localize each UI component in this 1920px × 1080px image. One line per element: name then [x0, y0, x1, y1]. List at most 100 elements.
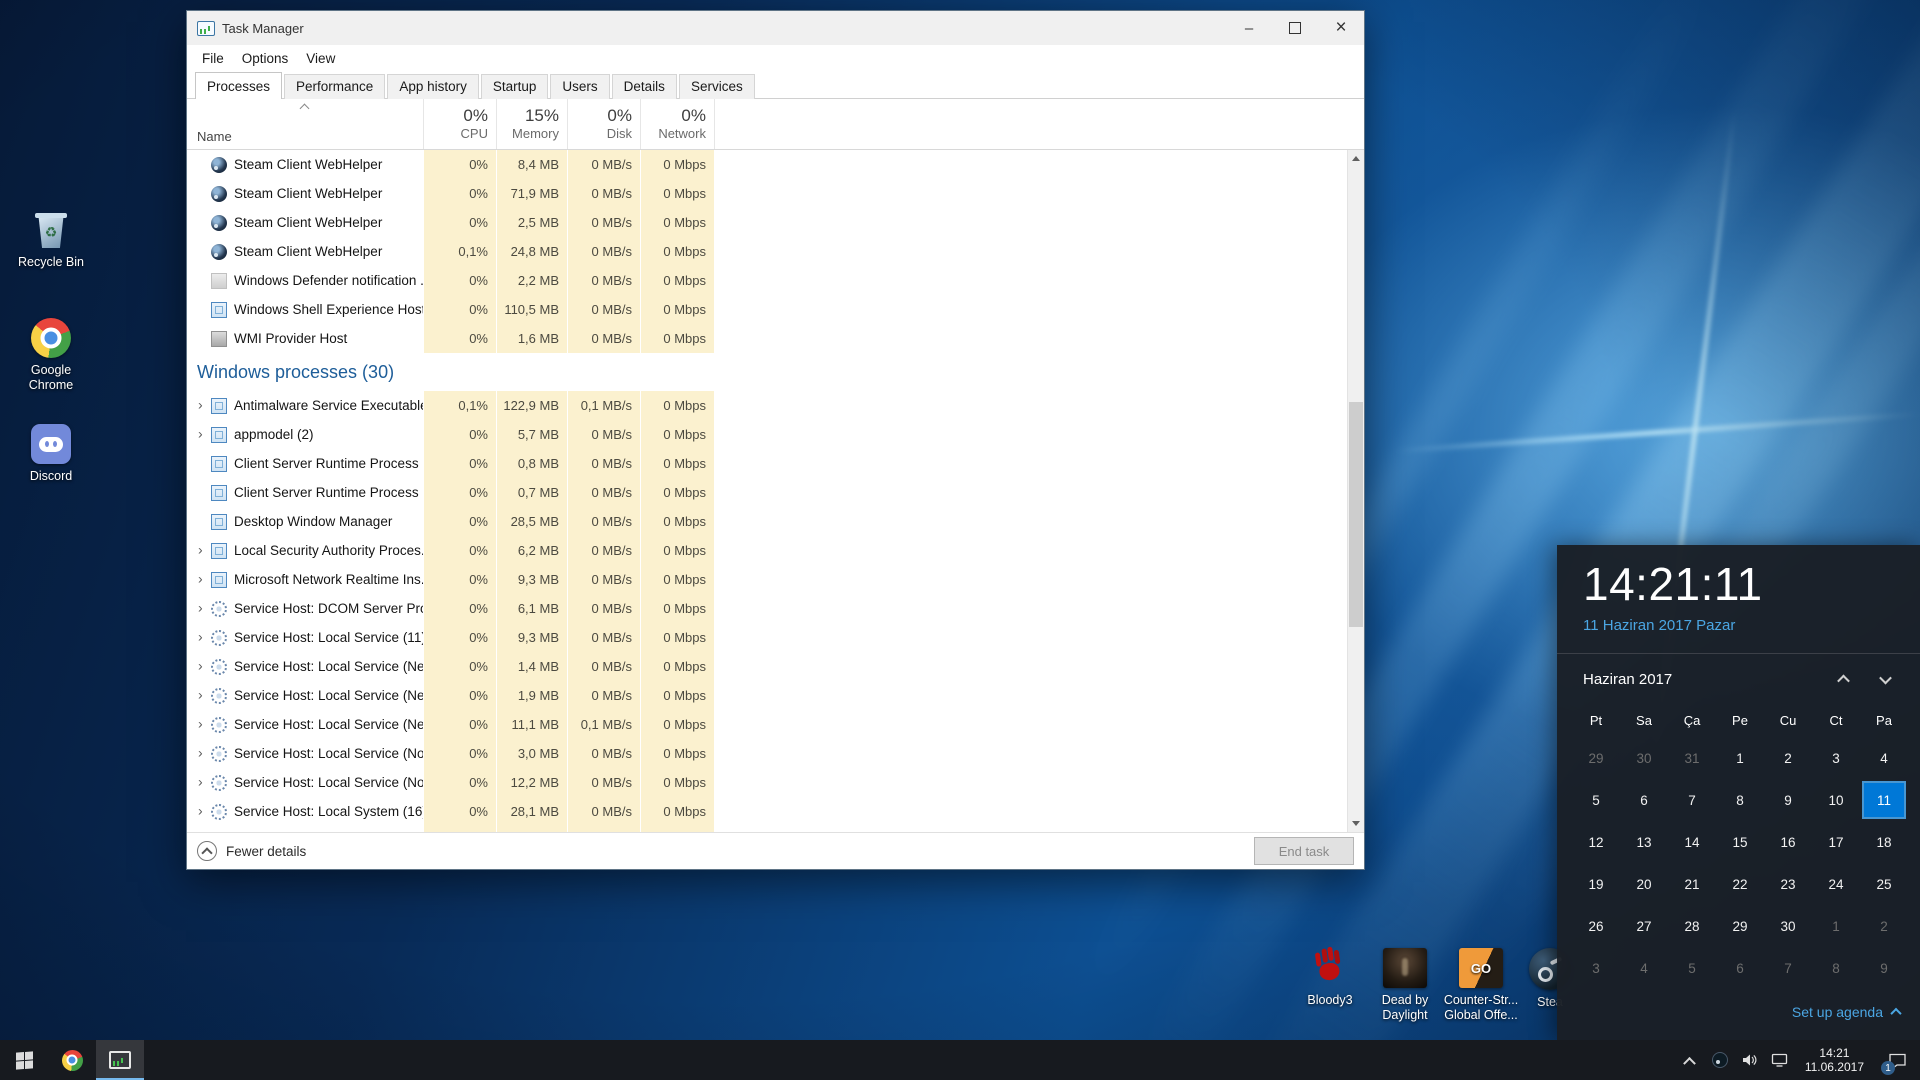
- tray-volume-button[interactable]: [1735, 1040, 1765, 1080]
- calendar-day[interactable]: 2: [1764, 737, 1812, 779]
- desktop-icon-recycle-bin[interactable]: Recycle Bin: [8, 210, 94, 270]
- minimize-button[interactable]: [1226, 11, 1272, 45]
- process-row[interactable]: Client Server Runtime Process0%0,8 MB0 M…: [187, 449, 1347, 478]
- expand-chevron-icon[interactable]: [193, 710, 211, 739]
- column-cpu-header[interactable]: 0% CPU: [423, 99, 496, 149]
- process-row[interactable]: Windows Shell Experience Host0%110,5 MB0…: [187, 295, 1347, 324]
- expand-chevron-icon[interactable]: [193, 391, 211, 420]
- expand-chevron-icon[interactable]: [193, 681, 211, 710]
- calendar-day[interactable]: 6: [1716, 947, 1764, 989]
- process-row[interactable]: Steam Client WebHelper0%71,9 MB0 MB/s0 M…: [187, 179, 1347, 208]
- process-row[interactable]: Steam Client WebHelper0,1%24,8 MB0 MB/s0…: [187, 237, 1347, 266]
- tab-performance[interactable]: Performance: [284, 74, 385, 99]
- process-row[interactable]: Windows Defender notification ...0%2,2 M…: [187, 266, 1347, 295]
- column-disk-header[interactable]: 0% Disk: [567, 99, 640, 149]
- menu-options[interactable]: Options: [233, 48, 298, 69]
- calendar-day[interactable]: 15: [1716, 821, 1764, 863]
- expand-chevron-icon[interactable]: [193, 536, 211, 565]
- expand-chevron-icon[interactable]: [193, 565, 211, 594]
- calendar-day[interactable]: 27: [1620, 905, 1668, 947]
- calendar-day[interactable]: 20: [1620, 863, 1668, 905]
- process-row[interactable]: Microsoft Network Realtime Ins...0%9,3 M…: [187, 565, 1347, 594]
- close-button[interactable]: [1318, 11, 1364, 45]
- calendar-day[interactable]: 13: [1620, 821, 1668, 863]
- start-button[interactable]: [0, 1040, 48, 1080]
- scroll-down-arrow[interactable]: [1348, 815, 1364, 832]
- menu-file[interactable]: File: [193, 48, 233, 69]
- process-row[interactable]: Service Host: Local System (16)0%28,1 MB…: [187, 797, 1347, 826]
- flyout-date[interactable]: 11 Haziran 2017 Pazar: [1583, 617, 1735, 634]
- process-row[interactable]: Local Security Authority Proces...0%6,2 …: [187, 536, 1347, 565]
- process-group-header-row[interactable]: Windows processes (30): [187, 353, 1347, 391]
- calendar-day[interactable]: 7: [1668, 779, 1716, 821]
- process-row[interactable]: Desktop Window Manager0%28,5 MB0 MB/s0 M…: [187, 507, 1347, 536]
- tab-services[interactable]: Services: [679, 74, 755, 99]
- desktop-icon-bloody3[interactable]: Bloody3: [1287, 948, 1373, 1008]
- tab-app-history[interactable]: App history: [387, 74, 479, 99]
- expand-chevron-icon[interactable]: [193, 826, 211, 832]
- process-row[interactable]: Steam Client WebHelper0%2,5 MB0 MB/s0 Mb…: [187, 208, 1347, 237]
- taskbar-clock[interactable]: 14:21 11.06.2017: [1795, 1040, 1874, 1080]
- calendar-day[interactable]: 24: [1812, 863, 1860, 905]
- taskbar-chrome-button[interactable]: [48, 1040, 96, 1080]
- tab-users[interactable]: Users: [550, 74, 609, 99]
- window-titlebar[interactable]: Task Manager: [187, 11, 1364, 45]
- expand-chevron-icon[interactable]: [193, 768, 211, 797]
- calendar-day[interactable]: 12: [1572, 821, 1620, 863]
- tab-details[interactable]: Details: [612, 74, 677, 99]
- calendar-day[interactable]: 3: [1812, 737, 1860, 779]
- calendar-day[interactable]: 1: [1812, 905, 1860, 947]
- desktop-icon-dead-by-daylight[interactable]: Dead by Daylight: [1362, 948, 1448, 1023]
- calendar-day[interactable]: 2: [1860, 905, 1908, 947]
- agenda-link[interactable]: Set up agenda: [1792, 997, 1900, 1027]
- process-row[interactable]: Service Host: Local Service (Net...0%11,…: [187, 710, 1347, 739]
- process-row[interactable]: Service Host: Local Service (11)0%9,3 MB…: [187, 623, 1347, 652]
- process-row[interactable]: Service Host: Local Service (Net...0%1,4…: [187, 652, 1347, 681]
- column-name-header[interactable]: Name: [187, 99, 423, 149]
- action-center-button[interactable]: 1: [1874, 1040, 1920, 1080]
- process-row[interactable]: appmodel (2)0%5,7 MB0 MB/s0 Mbps: [187, 420, 1347, 449]
- end-task-button[interactable]: End task: [1254, 837, 1354, 865]
- calendar-day[interactable]: 25: [1860, 863, 1908, 905]
- calendar-day[interactable]: 4: [1620, 947, 1668, 989]
- calendar-prev-month-button[interactable]: [1822, 665, 1864, 693]
- calendar-day[interactable]: 22: [1716, 863, 1764, 905]
- process-row[interactable]: Service Host: Local Service (No I...0%3,…: [187, 739, 1347, 768]
- calendar-day[interactable]: 3: [1572, 947, 1620, 989]
- calendar-day[interactable]: 6: [1620, 779, 1668, 821]
- calendar-day[interactable]: 5: [1668, 947, 1716, 989]
- process-row[interactable]: Steam Client WebHelper0%8,4 MB0 MB/s0 Mb…: [187, 150, 1347, 179]
- calendar-day[interactable]: 10: [1812, 779, 1860, 821]
- calendar-day[interactable]: 23: [1764, 863, 1812, 905]
- column-memory-header[interactable]: 15% Memory: [496, 99, 567, 149]
- tray-network-button[interactable]: [1765, 1040, 1795, 1080]
- tab-startup[interactable]: Startup: [481, 74, 549, 99]
- calendar-day[interactable]: 9: [1764, 779, 1812, 821]
- process-row[interactable]: Service Host: DCOM Server Pro...0%6,1 MB…: [187, 594, 1347, 623]
- process-row[interactable]: WMI Provider Host0%1,6 MB0 MB/s0 Mbps: [187, 324, 1347, 353]
- calendar-day[interactable]: 26: [1572, 905, 1620, 947]
- calendar-day[interactable]: 5: [1572, 779, 1620, 821]
- calendar-day[interactable]: 31: [1668, 737, 1716, 779]
- scroll-up-arrow[interactable]: [1348, 150, 1364, 167]
- process-row[interactable]: Service Host: Local System (Net...0%4,2 …: [187, 826, 1347, 832]
- desktop-icon-google-chrome[interactable]: Google Chrome: [8, 318, 94, 393]
- tray-expand-button[interactable]: [1675, 1040, 1705, 1080]
- calendar-day[interactable]: 29: [1716, 905, 1764, 947]
- calendar-day[interactable]: 29: [1572, 737, 1620, 779]
- calendar-day[interactable]: 1: [1716, 737, 1764, 779]
- calendar-day[interactable]: 28: [1668, 905, 1716, 947]
- scrollbar-thumb[interactable]: [1349, 402, 1363, 627]
- calendar-day[interactable]: 18: [1860, 821, 1908, 863]
- calendar-day[interactable]: 21: [1668, 863, 1716, 905]
- column-network-header[interactable]: 0% Network: [640, 99, 714, 149]
- calendar-day[interactable]: 14: [1668, 821, 1716, 863]
- calendar-day[interactable]: 8: [1716, 779, 1764, 821]
- taskbar-task-manager-button[interactable]: [96, 1040, 144, 1080]
- expand-chevron-icon[interactable]: [193, 420, 211, 449]
- expand-chevron-icon[interactable]: [193, 594, 211, 623]
- process-row[interactable]: Service Host: Local Service (Net...0%1,9…: [187, 681, 1347, 710]
- tab-processes[interactable]: Processes: [195, 72, 282, 99]
- process-row[interactable]: Antimalware Service Executable0,1%122,9 …: [187, 391, 1347, 420]
- calendar-day[interactable]: 16: [1764, 821, 1812, 863]
